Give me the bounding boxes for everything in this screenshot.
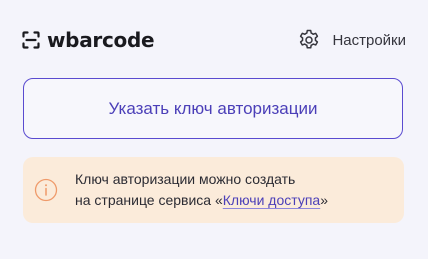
notice-line-2-suffix: » <box>320 192 328 208</box>
auth-key-notice: Ключ авторизации можно создать на страни… <box>23 157 404 223</box>
brand: wbarcode <box>22 28 155 52</box>
notice-text: Ключ авторизации можно создать на страни… <box>75 169 328 211</box>
gear-icon <box>300 29 319 49</box>
info-icon <box>34 178 58 202</box>
set-auth-key-button[interactable]: Указать ключ авторизации <box>23 78 403 139</box>
header: wbarcode Настройки <box>22 26 406 54</box>
notice-line-2-prefix: на странице сервиса « <box>75 192 223 208</box>
barcode-scan-icon <box>22 31 40 49</box>
access-keys-link[interactable]: Ключи доступа <box>223 192 320 208</box>
settings-label: Настройки <box>332 31 406 49</box>
notice-line-1: Ключ авторизации можно создать <box>75 171 296 187</box>
notice-line-2: на странице сервиса «Ключи доступа» <box>75 190 328 211</box>
brand-name: wbarcode <box>47 28 155 52</box>
settings-button[interactable]: Настройки <box>297 28 406 52</box>
